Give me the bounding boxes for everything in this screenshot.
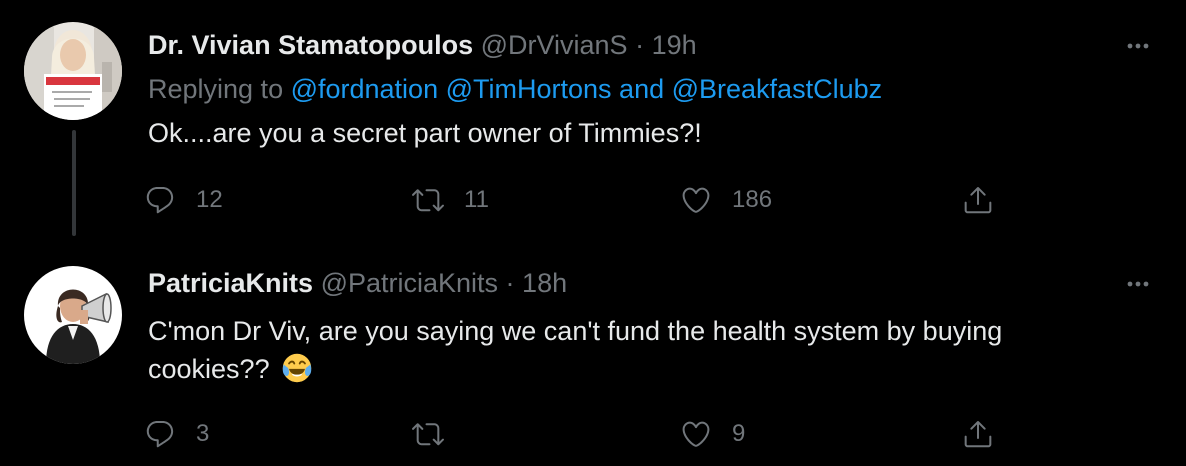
mention-link[interactable]: @TimHortons <box>446 74 612 104</box>
thread-connector <box>72 130 76 236</box>
reply-count: 12 <box>196 186 223 213</box>
more-horizontal-icon <box>1127 43 1149 49</box>
share-button[interactable] <box>962 180 994 220</box>
reply-button[interactable]: 3 <box>144 414 209 454</box>
tweet-header: PatriciaKnits @PatriciaKnits · 18h <box>148 266 567 300</box>
tweet[interactable]: PatriciaKnits @PatriciaKnits · 18h C'mon… <box>0 236 1186 466</box>
tweet-actions: 12 11 186 <box>144 180 1014 220</box>
tweet-text-line: C'mon Dr Viv, are you saying we can't fu… <box>148 316 1003 346</box>
replying-prefix: Replying to <box>148 74 291 104</box>
like-button[interactable]: 9 <box>680 414 745 454</box>
more-options-button[interactable] <box>1118 34 1158 58</box>
mention-link[interactable]: @BreakfastClubz <box>672 74 883 104</box>
retweet-icon <box>412 423 444 446</box>
heart-icon <box>682 421 710 447</box>
tweet[interactable]: Dr. Vivian Stamatopoulos @DrVivianS · 19… <box>0 0 1186 236</box>
tweet-text: Ok....are you a secret part owner of Tim… <box>148 118 702 148</box>
share-icon <box>964 421 992 448</box>
retweet-button[interactable] <box>412 414 464 454</box>
retweet-count: 11 <box>464 186 489 213</box>
tweet-text: C'mon Dr Viv, are you saying we can't fu… <box>148 312 1148 388</box>
separator: · <box>498 268 523 298</box>
reply-icon <box>146 420 174 448</box>
retweet-icon <box>412 189 444 212</box>
tweet-header: Dr. Vivian Stamatopoulos @DrVivianS · 19… <box>148 28 697 62</box>
avatar-image <box>24 22 122 120</box>
avatar[interactable] <box>24 22 122 120</box>
avatar-image <box>24 266 122 364</box>
mention-joiner[interactable]: and <box>612 74 672 104</box>
tweet-actions: 3 9 <box>144 414 1014 454</box>
reply-icon <box>146 186 174 214</box>
more-horizontal-icon <box>1127 281 1149 287</box>
reply-button[interactable]: 12 <box>144 180 223 220</box>
share-button[interactable] <box>962 414 994 454</box>
retweet-button[interactable]: 11 <box>412 180 489 220</box>
display-name[interactable]: PatriciaKnits <box>148 268 313 298</box>
tweet-text-line: cookies?? <box>148 354 278 384</box>
display-name[interactable]: Dr. Vivian Stamatopoulos <box>148 30 473 60</box>
handle[interactable]: @DrVivianS <box>481 30 628 60</box>
like-button[interactable]: 186 <box>680 180 772 220</box>
reply-count: 3 <box>196 420 210 447</box>
more-options-button[interactable] <box>1118 272 1158 296</box>
avatar[interactable] <box>24 266 122 364</box>
timestamp[interactable]: 19h <box>652 30 697 60</box>
share-icon <box>964 187 992 214</box>
replying-to: Replying to @fordnation @TimHortons and … <box>148 72 882 106</box>
heart-icon <box>682 187 710 213</box>
handle[interactable]: @PatriciaKnits <box>321 268 498 298</box>
separator: · <box>627 30 652 60</box>
like-count: 186 <box>732 186 773 213</box>
face-with-tears-of-joy-icon <box>282 353 312 383</box>
timestamp[interactable]: 18h <box>522 268 567 298</box>
mention-link[interactable]: @fordnation <box>291 74 439 104</box>
like-count: 9 <box>732 420 746 447</box>
